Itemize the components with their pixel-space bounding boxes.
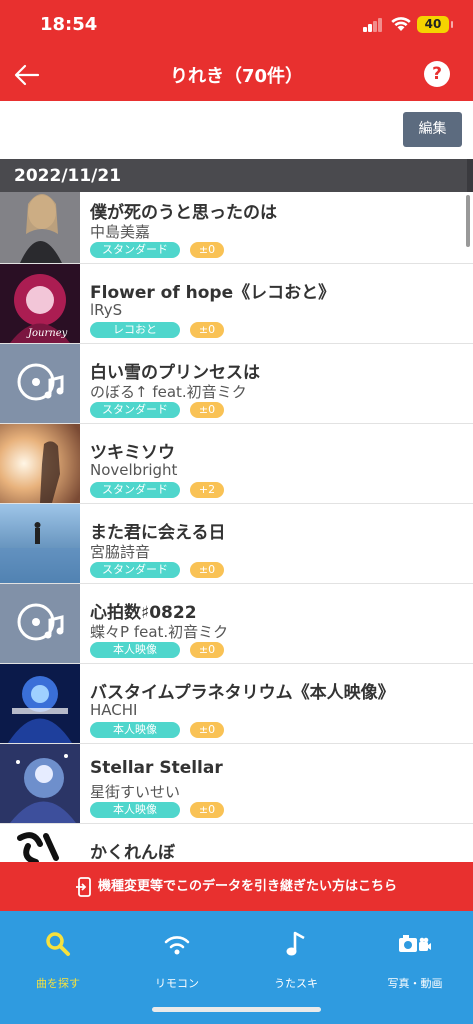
key-badge: ±0 (190, 802, 224, 818)
status-time: 18:54 (40, 14, 98, 35)
album-art (0, 664, 80, 743)
svg-text:Journey: Journey (26, 328, 68, 339)
wifi-status-icon (391, 17, 411, 31)
tab-remote[interactable]: リモコン (127, 929, 227, 991)
tab-search[interactable]: 曲を探す (8, 929, 108, 991)
music-note-icon (286, 931, 305, 956)
mode-badge: 本人映像 (90, 642, 180, 658)
mode-badge: スタンダード (90, 242, 180, 258)
artist-name: 蝶々P feat.初音ミク (90, 623, 229, 641)
help-icon[interactable]: ? (424, 61, 450, 87)
artist-name: Novelbright (90, 461, 178, 479)
song-title: 僕が死のうと思ったのは (90, 203, 277, 223)
search-icon (46, 932, 70, 956)
key-badge: ±0 (190, 562, 224, 578)
artist-name: lRyS (90, 301, 123, 319)
key-badge: ±0 (190, 642, 224, 658)
mode-badge: 本人映像 (90, 802, 180, 818)
key-badge: ±0 (190, 322, 224, 338)
song-title: 心拍数♯0822 (90, 603, 197, 623)
song-title: 白い雪のプリンセスは (90, 363, 260, 383)
history-row[interactable]: 心拍数♯0822 蝶々P feat.初音ミク 本人映像 ±0 (0, 584, 473, 664)
transfer-icon (75, 876, 91, 897)
song-title: Flower of hope《レコおと》 (90, 283, 336, 303)
mode-badge: スタンダード (90, 562, 180, 578)
placeholder-disc-icon (0, 344, 80, 423)
history-list[interactable]: 僕が死のうと思ったのは 中島美嘉 スタンダード ±0 Journey Flowe… (0, 192, 473, 862)
artist-name: HACHI (90, 701, 138, 719)
key-badge: ±0 (190, 722, 224, 738)
mode-badge: スタンダード (90, 402, 180, 418)
album-art (0, 744, 80, 823)
song-title: かくれんぼ (90, 843, 175, 862)
history-row[interactable]: Stellar Stellar 星街すいせい 本人映像 ±0 (0, 744, 473, 824)
page-title: りれき（70件） (169, 66, 304, 87)
cellular-signal-icon (363, 18, 385, 32)
tab-label: 曲を探す (36, 977, 80, 990)
album-art (0, 424, 80, 503)
tab-utasuki[interactable]: うたスキ (246, 929, 346, 991)
tab-label: うたスキ (274, 977, 318, 990)
album-art (0, 192, 80, 263)
song-title: また君に会える日 (90, 523, 226, 543)
edit-button[interactable]: 編集 (403, 112, 462, 147)
mode-badge: スタンダード (90, 482, 180, 498)
key-badge: +2 (190, 482, 224, 498)
app-header: りれき（70件） ? (0, 48, 473, 101)
data-transfer-banner[interactable]: 機種変更等でこのデータを引き継ぎたい方はこちら (0, 862, 473, 911)
song-title: Stellar Stellar (90, 758, 223, 778)
album-art: Journey (0, 264, 80, 343)
song-title: バスタイムプラネタリウム《本人映像》 (90, 683, 395, 703)
artist-name: 中島美嘉 (90, 223, 151, 241)
battery-indicator: 40 (417, 16, 453, 33)
wifi-icon (164, 936, 190, 955)
camera-icon (399, 935, 431, 952)
toolbar: 編集 (0, 101, 473, 159)
date-section-header: 2022/11/21 (0, 159, 473, 192)
status-bar: 18:54 40 (0, 0, 473, 48)
history-row[interactable]: 白い雪のプリンセスは のぼる↑ feat.初音ミク スタンダード ±0 (0, 344, 473, 424)
mode-badge: レコおと (90, 322, 180, 338)
history-row[interactable]: また君に会える日 宮脇詩音 スタンダード ±0 (0, 504, 473, 584)
history-row[interactable]: バスタイムプラネタリウム《本人映像》 HACHI 本人映像 ±0 (0, 664, 473, 744)
scrollbar[interactable] (466, 195, 470, 247)
artist-name: のぼる↑ feat.初音ミク (90, 383, 247, 401)
history-row[interactable]: Journey Flower of hope《レコおと》 lRyS レコおと ±… (0, 264, 473, 344)
home-indicator (152, 1007, 321, 1012)
album-art (0, 824, 80, 862)
album-art (0, 504, 80, 583)
song-title: ツキミソウ (90, 443, 175, 463)
tab-label: リモコン (155, 977, 199, 990)
history-row[interactable]: 僕が死のうと思ったのは 中島美嘉 スタンダード ±0 (0, 192, 473, 264)
placeholder-disc-icon (0, 584, 80, 663)
artist-name: 宮脇詩音 (90, 543, 151, 561)
artist-name: 星街すいせい (90, 783, 181, 801)
mode-badge: 本人映像 (90, 722, 180, 738)
history-row[interactable]: かくれんぼ (0, 824, 473, 862)
key-badge: ±0 (190, 402, 224, 418)
tab-label: 写真・動画 (387, 977, 443, 990)
history-row[interactable]: ツキミソウ Novelbright スタンダード +2 (0, 424, 473, 504)
key-badge: ±0 (190, 242, 224, 258)
tab-photo-video[interactable]: 写真・動画 (365, 929, 465, 991)
banner-text: 機種変更等でこのデータを引き継ぎたい方はこちら (97, 879, 397, 894)
